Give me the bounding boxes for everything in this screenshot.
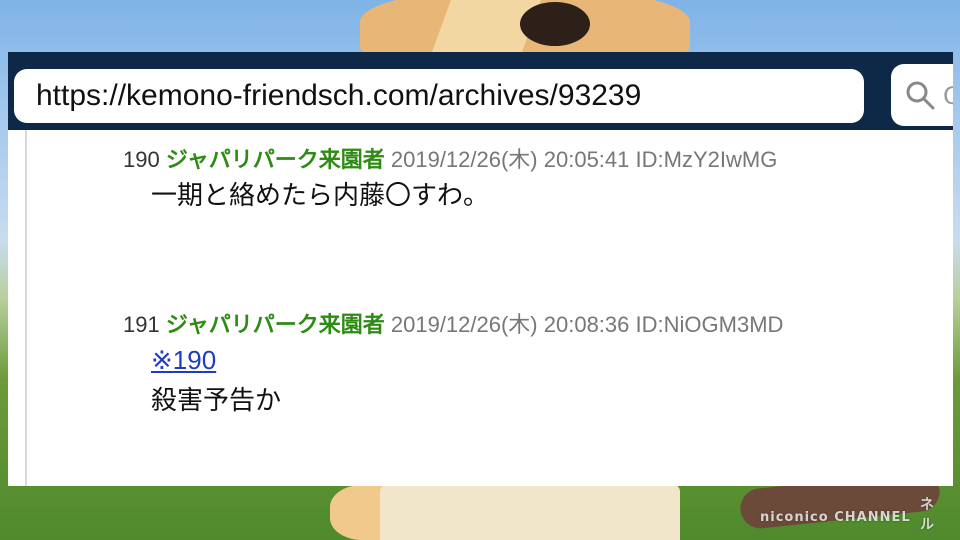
address-bar: https://kemono-friendsch.com/archives/93… <box>8 52 953 130</box>
post-191: 191 ジャパリパーク来園者 2019/12/26(木) 20:08:36 ID… <box>123 310 783 420</box>
post-datetime: 2019/12/26(木) 20:05:41 <box>390 147 630 172</box>
url-text: https://kemono-friendsch.com/archives/93… <box>36 79 642 112</box>
watermark-top: ネル <box>920 497 935 533</box>
search-icon <box>906 81 935 110</box>
browser-window: https://kemono-friendsch.com/archives/93… <box>8 52 953 486</box>
post-190: 190 ジャパリパーク来園者 2019/12/26(木) 20:05:41 ID… <box>123 145 777 215</box>
poster-name: ジャパリパーク来園者 <box>165 312 385 337</box>
left-divider <box>25 130 27 486</box>
post-header: 191 ジャパリパーク来園者 2019/12/26(木) 20:08:36 ID… <box>123 310 783 340</box>
search-field[interactable]: Q <box>891 64 953 126</box>
url-field[interactable]: https://kemono-friendsch.com/archives/93… <box>14 69 864 123</box>
poster-id: ID:MzY2IwMG <box>635 147 778 172</box>
post-header: 190 ジャパリパーク来園者 2019/12/26(木) 20:05:41 ID… <box>123 145 777 175</box>
post-line: 殺害予告か <box>151 385 282 415</box>
poster-id: ID:NiOGM3MD <box>635 312 784 337</box>
character-stripe <box>520 2 590 46</box>
post-line: 一期と絡めたら内藤〇すわ。 <box>151 180 490 210</box>
reply-anchor-link[interactable]: ※190 <box>151 345 216 375</box>
poster-name: ジャパリパーク来園者 <box>165 147 385 172</box>
post-body: ※190 殺害予告か <box>151 340 783 420</box>
thread-content: 190 ジャパリパーク来園者 2019/12/26(木) 20:05:41 ID… <box>8 130 953 486</box>
watermark-bottom: niconico CHANNEL <box>760 510 911 525</box>
post-body: 一期と絡めたら内藤〇すわ。 <box>151 175 777 215</box>
post-number: 191 <box>123 312 160 337</box>
search-placeholder: Q <box>943 82 953 110</box>
post-datetime: 2019/12/26(木) 20:08:36 <box>390 312 630 337</box>
post-number: 190 <box>123 147 160 172</box>
